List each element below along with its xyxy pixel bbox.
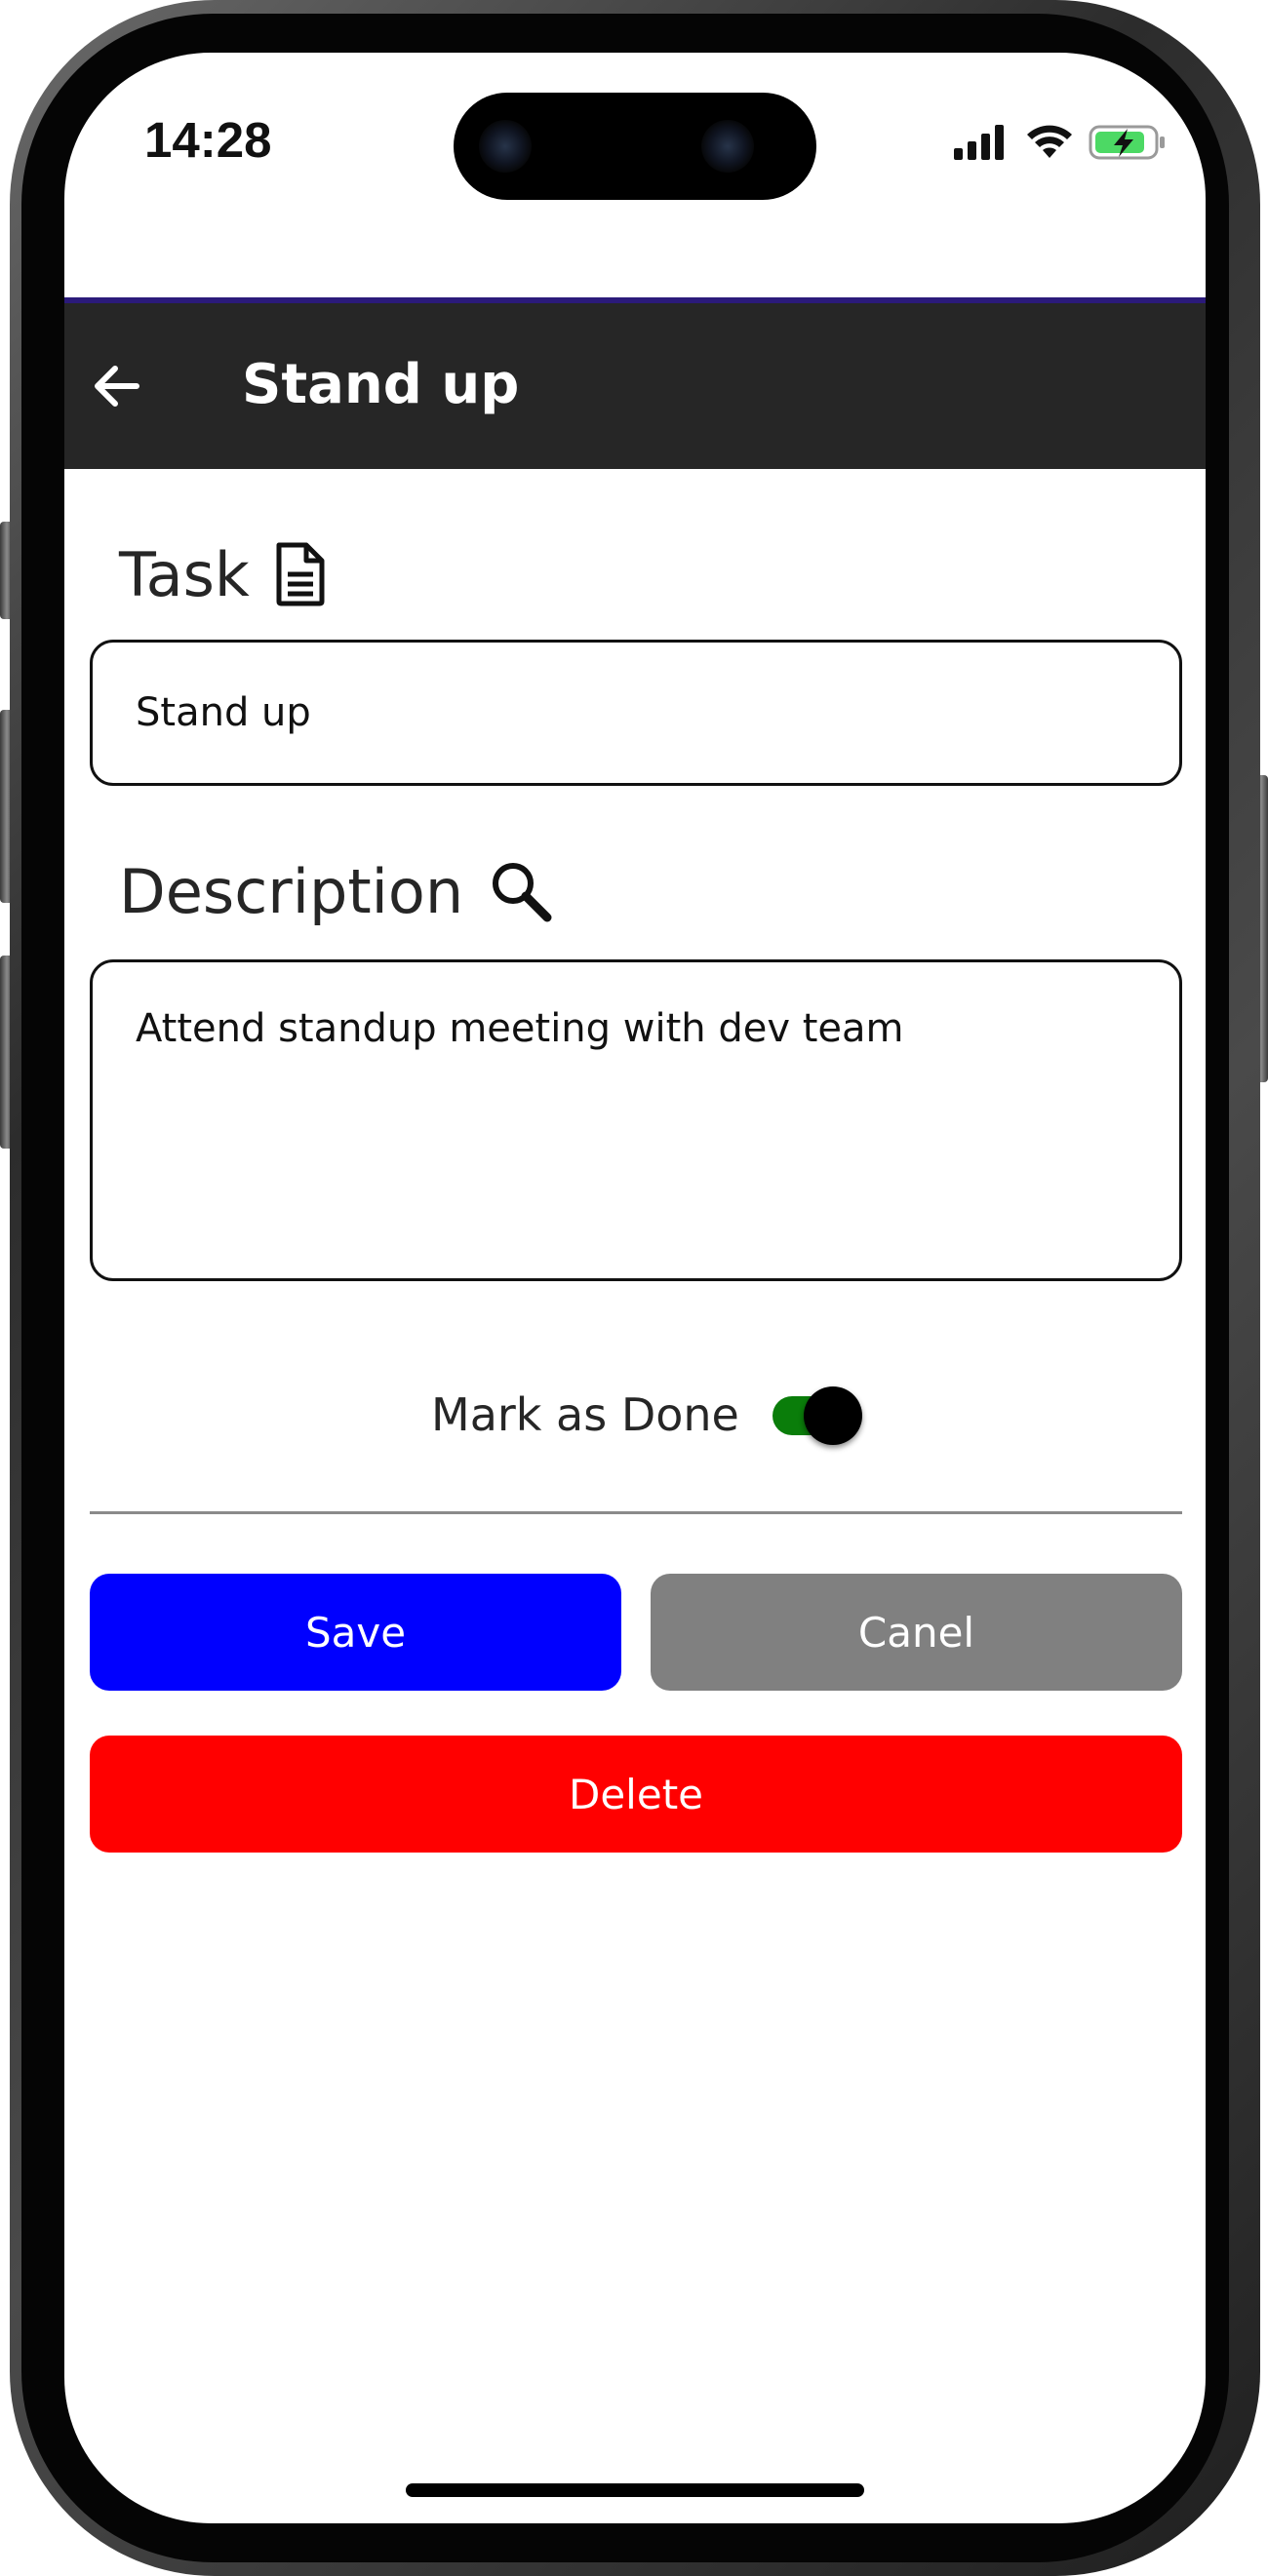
task-label-text: Task bbox=[119, 538, 250, 610]
dynamic-island bbox=[454, 93, 816, 200]
status-time: 14:28 bbox=[144, 112, 272, 168]
front-camera-icon bbox=[479, 120, 532, 173]
done-toggle-row: Mark as Done bbox=[64, 1377, 1206, 1455]
description-label: Description bbox=[119, 847, 553, 935]
status-icons bbox=[954, 121, 1169, 166]
task-label: Task bbox=[119, 530, 328, 618]
toggle-knob bbox=[804, 1386, 862, 1445]
description-input[interactable] bbox=[90, 959, 1182, 1281]
back-button[interactable] bbox=[78, 347, 156, 425]
task-input[interactable] bbox=[90, 640, 1182, 786]
done-toggle-label: Mark as Done bbox=[431, 1388, 739, 1441]
page-title: Stand up bbox=[242, 353, 520, 416]
arrow-left-icon bbox=[95, 366, 139, 407]
done-toggle-switch[interactable] bbox=[773, 1386, 862, 1445]
description-label-text: Description bbox=[119, 855, 464, 927]
delete-button[interactable]: Delete bbox=[90, 1736, 1182, 1853]
wifi-icon bbox=[1027, 125, 1072, 158]
cancel-button[interactable]: Canel bbox=[651, 1574, 1182, 1691]
screen: 14:28 Stand up Task Stand up Description… bbox=[64, 53, 1206, 2523]
search-icon bbox=[493, 863, 552, 922]
document-icon bbox=[276, 542, 325, 606]
divider bbox=[90, 1511, 1182, 1514]
battery-charging-icon bbox=[1089, 125, 1165, 160]
save-button[interactable]: Save bbox=[90, 1574, 621, 1691]
device-frame: 14:28 Stand up Task Stand up Description… bbox=[0, 0, 1268, 2576]
home-indicator bbox=[406, 2483, 864, 2497]
app-header: Stand up bbox=[64, 303, 1206, 469]
face-id-sensor-icon bbox=[701, 120, 754, 173]
signal-icon bbox=[954, 125, 1004, 160]
